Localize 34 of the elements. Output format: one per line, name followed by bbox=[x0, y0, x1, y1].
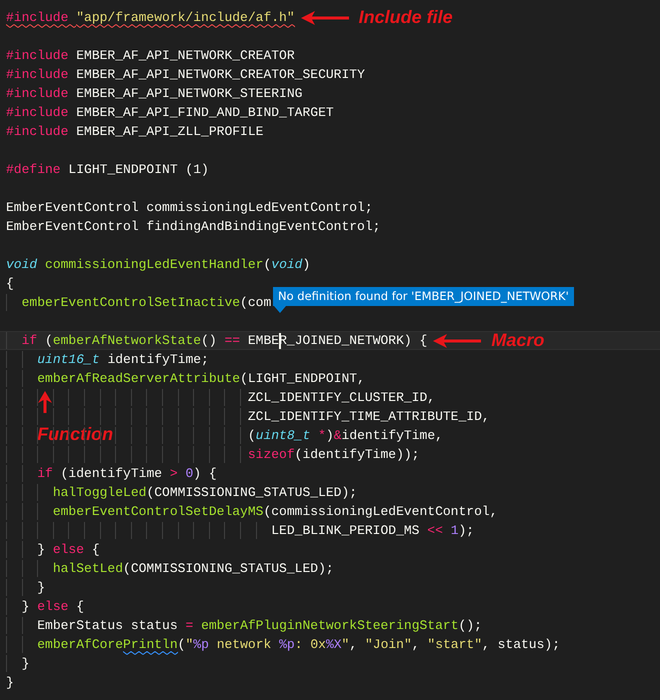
code-line: #include EMBER_AF_API_FIND_AND_BIND_TARGET bbox=[6, 104, 334, 122]
code-line: emberEventControlSetInactive(com bbox=[22, 294, 272, 312]
code-line: } else { bbox=[37, 541, 100, 559]
code-line: sizeof(identifyTime)); bbox=[248, 446, 420, 464]
hover-tooltip: No definition found for 'EMBER_JOINED_NETWORK' bbox=[273, 287, 574, 306]
code-line: if (emberAfNetworkState() == EMBER_JOINED_NETWORK) { bbox=[22, 332, 428, 350]
code-line: EmberEventControl findingAndBindingEventControl; bbox=[6, 218, 380, 236]
code-line: emberAfCorePrintln("%p network %p: 0x%X", "Join", "start", status); bbox=[37, 636, 560, 654]
code-line: if (identifyTime > 0) { bbox=[37, 465, 217, 483]
code-line: #include EMBER_AF_API_NETWORK_CREATOR bbox=[6, 47, 295, 65]
code-line: void commissioningLedEventHandler(void) bbox=[6, 256, 310, 274]
code-line: LED_BLINK_PERIOD_MS << 1); bbox=[271, 522, 474, 540]
code-line: } bbox=[22, 655, 30, 673]
code-line: #define LIGHT_ENDPOINT (1) bbox=[6, 161, 209, 179]
code-line: EmberEventControl commissioningLedEventControl; bbox=[6, 199, 373, 217]
code-line: emberAfReadServerAttribute(LIGHT_ENDPOINT, bbox=[37, 370, 365, 388]
code-line: } bbox=[6, 674, 14, 692]
code-line: #include EMBER_AF_API_ZLL_PROFILE bbox=[6, 123, 264, 141]
code-line: #include EMBER_AF_API_NETWORK_STEERING bbox=[6, 85, 302, 103]
code-line: emberEventControlSetDelayMS(commissioningLedEventControl, bbox=[52, 503, 498, 521]
code-line: (uint8_t *)&identifyTime, bbox=[248, 427, 443, 445]
code-line: ZCL_IDENTIFY_CLUSTER_ID, bbox=[248, 389, 436, 407]
annotation-label: Macro bbox=[491, 331, 544, 350]
code-line: ZCL_IDENTIFY_TIME_ATTRIBUTE_ID, bbox=[248, 408, 490, 426]
code-line: halToggleLed(COMMISSIONING_STATUS_LED); bbox=[52, 484, 358, 502]
code-line: uint16_t identifyTime; bbox=[37, 351, 209, 369]
code-line: #include "app/framework/include/af.h" bbox=[6, 9, 295, 27]
code-line: } else { bbox=[22, 598, 84, 616]
code-line: #include EMBER_AF_API_NETWORK_CREATOR_SECURITY bbox=[6, 66, 365, 84]
code-line: } bbox=[37, 579, 46, 597]
annotation-label: Include file bbox=[358, 8, 453, 27]
code-line: halSetLed(COMMISSIONING_STATUS_LED); bbox=[52, 560, 334, 578]
code-line: { bbox=[6, 275, 14, 293]
code-line: EmberStatus status = emberAfPluginNetworkSteeringStart(); bbox=[37, 617, 482, 635]
